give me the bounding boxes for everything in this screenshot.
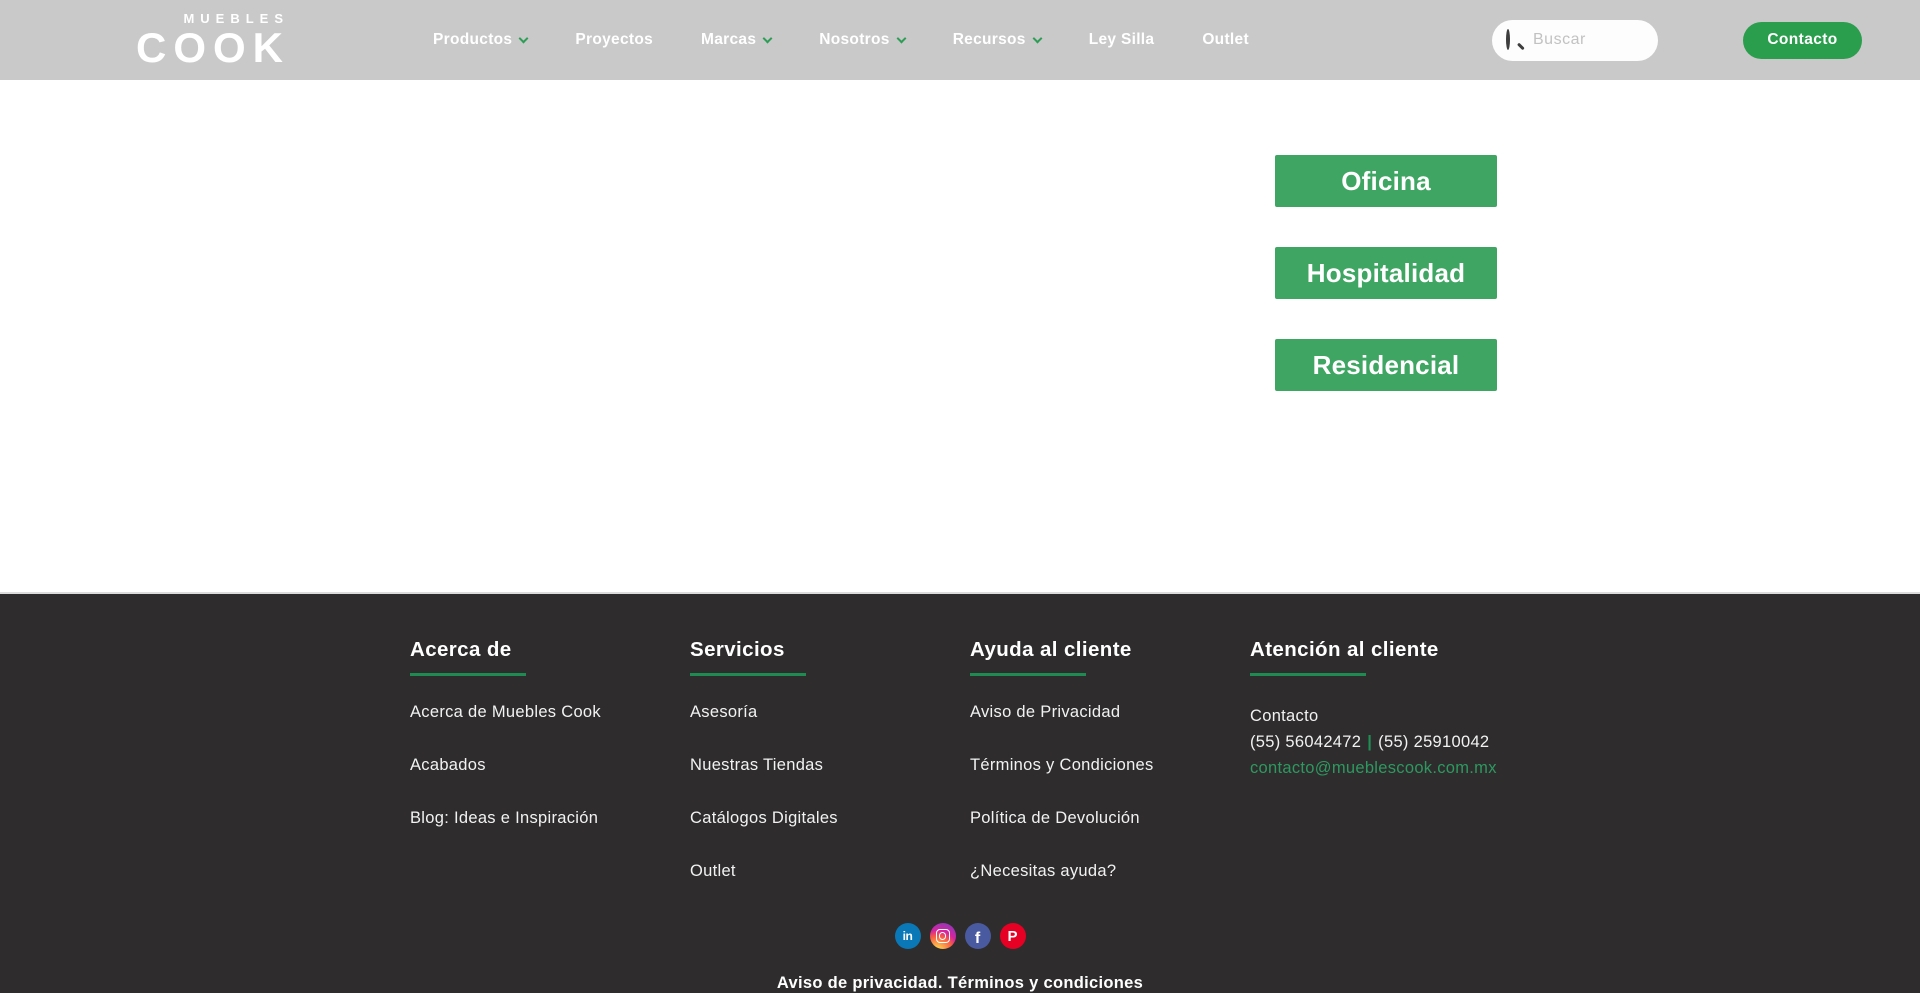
residencial-button[interactable]: Residencial [1275, 339, 1497, 391]
pinterest-glyph: P [1007, 928, 1017, 945]
phone-number-2: (55) 25910042 [1378, 733, 1489, 751]
nav-label: Productos [433, 31, 512, 49]
legal-links-line: Aviso de privacidad. Términos y condicio… [0, 974, 1920, 993]
link-acabados[interactable]: Acabados [410, 756, 486, 774]
page: MUEBLES COOK Productos Proyectos Marcas … [0, 0, 1920, 993]
list-item: Nuestras Tiendas [690, 756, 970, 775]
search-input[interactable] [1533, 31, 1643, 49]
header: MUEBLES COOK Productos Proyectos Marcas … [0, 0, 1920, 80]
legal-links-text[interactable]: Aviso de privacidad. Términos y condicio… [777, 974, 1143, 992]
footer-column-ayuda-al-cliente: Ayuda al cliente Aviso de Privacidad Tér… [970, 638, 1250, 915]
column-title: Servicios [690, 638, 970, 662]
contacto-button[interactable]: Contacto [1743, 22, 1862, 59]
linkedin-glyph: in [903, 929, 913, 943]
search-bar[interactable] [1492, 20, 1658, 61]
link-outlet[interactable]: Outlet [690, 862, 736, 880]
footer: Acerca de Acerca de Muebles Cook Acabado… [0, 592, 1920, 993]
social-links: in f P [0, 923, 1920, 949]
nav-item-nosotros[interactable]: Nosotros [819, 31, 904, 49]
contact-label: Contacto [1250, 703, 1530, 729]
instagram-camera-glyph [936, 929, 950, 943]
column-title: Acerca de [410, 638, 690, 662]
list-item: Blog: Ideas e Inspiración [410, 809, 690, 828]
list-item: Outlet [690, 862, 970, 881]
list-item: Catálogos Digitales [690, 809, 970, 828]
phone-number-1: (55) 56042472 [1250, 733, 1361, 751]
list-item: Acerca de Muebles Cook [410, 703, 690, 722]
nav-label: Marcas [701, 31, 756, 49]
category-button-stack: Oficina Hospitalidad Residencial [1275, 155, 1497, 391]
chevron-down-icon [763, 33, 773, 43]
search-icon [1506, 31, 1524, 49]
list-item: Términos y Condiciones [970, 756, 1250, 775]
contact-info-block: Contacto (55) 56042472 | (55) 25910042 con… [1250, 703, 1530, 781]
linkedin-icon[interactable]: in [895, 923, 921, 949]
link-aviso-de-privacidad[interactable]: Aviso de Privacidad [970, 703, 1120, 721]
hospitalidad-button[interactable]: Hospitalidad [1275, 247, 1497, 299]
link-blog[interactable]: Blog: Ideas e Inspiración [410, 809, 598, 827]
title-underline [1250, 673, 1366, 676]
chevron-down-icon [519, 33, 529, 43]
link-necesitas-ayuda[interactable]: ¿Necesitas ayuda? [970, 862, 1116, 880]
link-nuestras-tiendas[interactable]: Nuestras Tiendas [690, 756, 823, 774]
muebles-cook-logo[interactable]: MUEBLES COOK [108, 12, 283, 69]
phone-numbers: (55) 56042472 | (55) 25910042 [1250, 729, 1530, 755]
oficina-button[interactable]: Oficina [1275, 155, 1497, 207]
nav-label: Outlet [1202, 31, 1249, 49]
title-underline [690, 673, 806, 676]
link-politica-de-devolucion[interactable]: Política de Devolución [970, 809, 1140, 827]
footer-columns: Acerca de Acerca de Muebles Cook Acabado… [410, 638, 1532, 915]
main-nav: Productos Proyectos Marcas Nosotros Recu… [433, 31, 1249, 49]
list-item: Acabados [410, 756, 690, 775]
footer-column-atencion-al-cliente: Atención al cliente Contacto (55) 560424… [1250, 638, 1530, 915]
nav-item-proyectos[interactable]: Proyectos [575, 31, 653, 49]
footer-column-acerca-de: Acerca de Acerca de Muebles Cook Acabado… [410, 638, 690, 915]
link-acerca-de-muebles-cook[interactable]: Acerca de Muebles Cook [410, 703, 601, 721]
list-item: Aviso de Privacidad [970, 703, 1250, 722]
column-title: Ayuda al cliente [970, 638, 1250, 662]
nav-item-ley-silla[interactable]: Ley Silla [1089, 31, 1155, 49]
nav-item-marcas[interactable]: Marcas [701, 31, 771, 49]
link-asesoria[interactable]: Asesoría [690, 703, 758, 721]
instagram-icon[interactable] [930, 923, 956, 949]
chevron-down-icon [896, 33, 906, 43]
link-catalogos-digitales[interactable]: Catálogos Digitales [690, 809, 838, 827]
chevron-down-icon [1032, 33, 1042, 43]
phone-separator: | [1367, 733, 1372, 751]
nav-item-productos[interactable]: Productos [433, 31, 527, 49]
nav-item-recursos[interactable]: Recursos [953, 31, 1041, 49]
title-underline [410, 673, 526, 676]
logo-text-cook: COOK [108, 27, 290, 69]
email-link[interactable]: contacto@mueblescook.com.mx [1250, 759, 1497, 777]
nav-label: Recursos [953, 31, 1026, 49]
column-title: Atención al cliente [1250, 638, 1530, 662]
title-underline [970, 673, 1086, 676]
list-item: Asesoría [690, 703, 970, 722]
nav-label: Ley Silla [1089, 31, 1155, 49]
facebook-icon[interactable]: f [965, 923, 991, 949]
main-content: Oficina Hospitalidad Residencial [0, 80, 1920, 592]
footer-column-servicios: Servicios Asesoría Nuestras Tiendas Catá… [690, 638, 970, 915]
facebook-glyph: f [975, 930, 980, 948]
nav-label: Proyectos [575, 31, 653, 49]
nav-label: Nosotros [819, 31, 889, 49]
link-terminos-y-condiciones[interactable]: Términos y Condiciones [970, 756, 1154, 774]
nav-item-outlet[interactable]: Outlet [1202, 31, 1249, 49]
list-item: Política de Devolución [970, 809, 1250, 828]
pinterest-icon[interactable]: P [1000, 923, 1026, 949]
list-item: ¿Necesitas ayuda? [970, 862, 1250, 881]
logo-text-muebles: MUEBLES [108, 12, 289, 25]
